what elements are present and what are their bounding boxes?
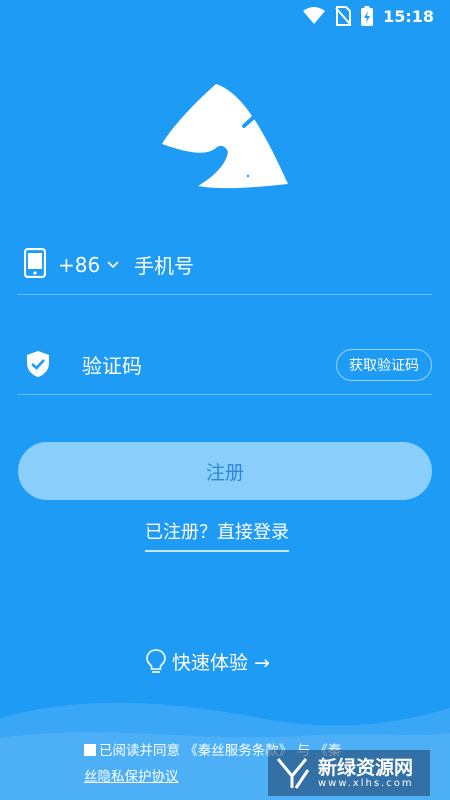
phone-row: +86 [18,236,432,295]
shield-check-icon [27,351,49,377]
status-time: 15:18 [383,6,434,26]
watermark-logo-icon [276,758,310,789]
no-sim-icon [335,6,352,26]
watermark-url: www.xlhs.com [318,777,414,789]
code-row: 获取验证码 [18,336,432,395]
code-input[interactable] [80,348,324,384]
watermark-title: 新绿资源网 [318,756,414,779]
register-button[interactable]: 注册 [18,442,432,500]
chevron-down-icon [107,261,119,269]
phone-input[interactable] [132,248,416,284]
agreement-checkbox[interactable] [84,744,96,756]
quick-experience-link[interactable]: 快速体验 → [146,648,270,675]
agreement-prefix: 已阅读并同意 [99,743,180,759]
wifi-icon [303,7,326,24]
country-code-text: +86 [58,253,101,277]
watermark: 新绿资源网 www.xlhs.com [268,750,430,796]
lightbulb-icon [146,648,166,673]
status-bar: 15:18 [0,0,450,32]
quick-experience-label: 快速体验 → [172,652,270,674]
mountain-camel-logo [162,84,288,189]
get-code-button[interactable]: 获取验证码 [336,349,432,381]
country-code-selector[interactable]: +86 [58,253,120,277]
privacy-policy-link[interactable]: 丝隐私保护协议 [84,769,179,785]
battery-charging-icon [361,6,374,26]
login-link[interactable]: 已注册？直接登录 [145,518,289,552]
phone-icon [24,248,46,278]
